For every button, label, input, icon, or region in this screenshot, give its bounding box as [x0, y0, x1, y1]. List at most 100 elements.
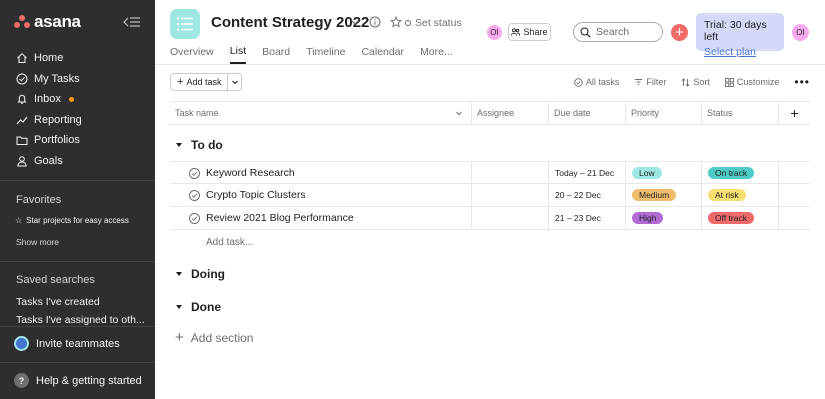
plus-icon: +: [177, 76, 184, 88]
sort-label: Sort: [693, 77, 710, 87]
plus-icon: +: [675, 24, 684, 41]
customize-button[interactable]: Customize: [724, 77, 779, 87]
add-section-button[interactable]: + Add section: [175, 329, 253, 346]
task-name[interactable]: Review 2021 Blog Performance: [206, 212, 354, 224]
info-icon[interactable]: [369, 16, 381, 28]
avatar[interactable]: OI: [487, 25, 502, 40]
sidebar-item-inbox[interactable]: Inbox: [0, 89, 98, 110]
saved-search-item[interactable]: Tasks I've created: [0, 296, 155, 308]
table-row[interactable]: Review 2021 Blog Performance 21 – 23 Dec…: [170, 207, 810, 230]
sort-button[interactable]: Sort: [681, 77, 710, 87]
add-column-button[interactable]: +: [778, 102, 810, 124]
project-list-icon[interactable]: [170, 9, 200, 39]
status-cell[interactable]: On track: [701, 162, 778, 184]
priority-cell[interactable]: Low: [625, 162, 702, 184]
search-icon: [580, 27, 591, 38]
priority-cell[interactable]: Medium: [625, 184, 702, 206]
add-task-button[interactable]: + Add task: [170, 73, 229, 91]
section-header[interactable]: To do: [175, 138, 223, 152]
sidebar-item-portfolios[interactable]: Portfolios: [0, 130, 98, 151]
assignee-cell[interactable]: [471, 207, 548, 229]
person-icon: [17, 155, 27, 167]
trend-icon: [16, 116, 28, 125]
plus-icon: +: [175, 329, 184, 346]
chevron-down-icon[interactable]: [350, 17, 360, 27]
favorites-hint-text: Star projects for easy access: [26, 216, 129, 225]
section-header[interactable]: Doing: [175, 267, 225, 281]
column-priority[interactable]: Priority: [625, 102, 702, 124]
due-date-cell[interactable]: 20 – 22 Dec: [548, 184, 625, 206]
trial-banner: Trial: 30 days left Select plan: [696, 13, 784, 58]
due-date-cell[interactable]: Today – 21 Dec: [548, 162, 625, 184]
toolbar-left: + Add task: [170, 73, 243, 91]
select-plan-link[interactable]: Select plan: [704, 46, 776, 58]
grid-icon: [724, 77, 734, 87]
status-cell[interactable]: At risk: [701, 184, 778, 206]
filter-button[interactable]: Filter: [634, 77, 666, 87]
favorites-title: Favorites: [16, 194, 62, 206]
task-name[interactable]: Crypto Topic Clusters: [206, 189, 306, 201]
tab-more[interactable]: More...: [420, 40, 453, 64]
help-label: Help & getting started: [36, 374, 142, 387]
asana-logo-icon: [14, 15, 30, 29]
sidebar-item-home[interactable]: Home: [0, 48, 98, 69]
caret-down-icon[interactable]: [175, 303, 183, 311]
column-due-date[interactable]: Due date: [548, 102, 625, 124]
sidebar-item-label: Reporting: [34, 113, 82, 126]
collapse-sidebar-icon[interactable]: [123, 16, 141, 28]
section-header[interactable]: Done: [175, 300, 221, 314]
filter-icon: [635, 79, 643, 85]
column-task-name[interactable]: Task name: [170, 102, 471, 124]
column-status[interactable]: Status: [701, 102, 778, 124]
tab-overview[interactable]: Overview: [170, 40, 214, 64]
set-status-button[interactable]: Set status: [405, 17, 462, 29]
assignee-cell[interactable]: [471, 162, 548, 184]
due-date: 20 – 22 Dec: [555, 190, 601, 200]
all-tasks-button[interactable]: All tasks: [574, 77, 619, 87]
quick-add-button[interactable]: +: [671, 24, 688, 41]
sidebar-item-reporting[interactable]: Reporting: [0, 110, 98, 131]
invite-teammates-button[interactable]: Invite teammates: [14, 336, 120, 351]
due-date-cell[interactable]: 21 – 23 Dec: [548, 207, 625, 229]
status-badge: At risk: [708, 189, 746, 201]
assignee-cell[interactable]: [471, 184, 548, 206]
table-row[interactable]: Crypto Topic Clusters 20 – 22 Dec Medium…: [170, 184, 810, 207]
column-assignee[interactable]: Assignee: [471, 102, 548, 124]
help-button[interactable]: ? Help & getting started: [14, 373, 142, 388]
user-avatar[interactable]: OI: [792, 24, 809, 41]
star-icon[interactable]: [390, 16, 402, 28]
sidebar-item-my-tasks[interactable]: My Tasks: [0, 69, 98, 90]
saved-search-item[interactable]: Tasks I've assigned to oth...: [0, 314, 148, 326]
sidebar-item-label: Home: [34, 52, 64, 65]
more-options-icon[interactable]: •••: [794, 75, 810, 89]
check-icon[interactable]: [189, 212, 200, 224]
caret-down-icon[interactable]: [175, 270, 183, 278]
task-name-cell: Keyword Research: [189, 162, 295, 184]
tab-timeline[interactable]: Timeline: [306, 40, 345, 64]
task-name[interactable]: Keyword Research: [206, 167, 295, 179]
star-icon: ☆: [15, 216, 23, 225]
tab-calendar[interactable]: Calendar: [361, 40, 404, 64]
check-icon[interactable]: [189, 189, 200, 201]
show-more-link[interactable]: Show more: [0, 237, 75, 247]
check-icon[interactable]: [189, 167, 200, 179]
table-row[interactable]: Keyword Research Today – 21 Dec Low On t…: [170, 161, 810, 184]
project-title[interactable]: Content Strategy 2022: [211, 14, 369, 31]
status-dot-icon: [405, 20, 411, 26]
section-title: To do: [191, 138, 223, 152]
chevron-down-icon[interactable]: [455, 109, 463, 117]
sidebar-divider: [0, 180, 155, 181]
caret-down-icon[interactable]: [175, 141, 183, 149]
task-name-cell: Review 2021 Blog Performance: [189, 207, 354, 229]
tab-list[interactable]: List: [229, 40, 247, 64]
add-task-dropdown[interactable]: [228, 73, 243, 91]
status-cell[interactable]: Off track: [701, 207, 778, 229]
search-input[interactable]: Search: [573, 22, 663, 42]
sidebar-divider: [0, 326, 155, 327]
sidebar-item-goals[interactable]: Goals: [0, 151, 98, 172]
share-button[interactable]: Share: [508, 23, 551, 41]
priority-cell[interactable]: High: [625, 207, 702, 229]
tab-board[interactable]: Board: [262, 40, 290, 64]
asana-logo[interactable]: asana: [14, 12, 81, 32]
add-task-inline[interactable]: Add task...: [206, 237, 253, 248]
